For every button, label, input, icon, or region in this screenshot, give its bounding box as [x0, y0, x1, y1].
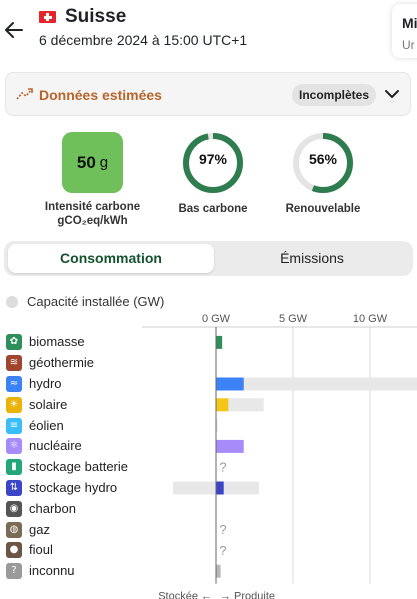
x-tick-label-1: 5 GW — [279, 313, 308, 325]
stored-legend-label: Stockée ← — [158, 591, 212, 599]
zone-header: Suisse 6 décembre 2024 à 15:00 UTC+1 Mi … — [0, 0, 417, 64]
source-label-1: géothermie — [29, 355, 95, 371]
source-label-4: éolien — [29, 417, 64, 433]
zone-datetime: 6 décembre 2024 à 15:00 UTC+1 — [39, 32, 248, 48]
capacity-bar-2 — [216, 377, 417, 391]
tab-consumption[interactable]: Consommation — [8, 244, 214, 273]
gas-icon: ◍ — [6, 521, 22, 538]
renewable-value: 56% — [308, 151, 338, 167]
chevron-down-icon[interactable] — [384, 87, 400, 101]
source-label-10: fioul — [29, 542, 53, 558]
estimated-data-banner[interactable]: Données estimées Incomplètes — [5, 72, 411, 116]
carbon-intensity-label-line1: Intensité carbone — [44, 201, 141, 213]
production-bar-2 — [216, 377, 244, 391]
oil-drop-icon: ● — [6, 542, 22, 559]
coal-icon: ◉ — [6, 500, 22, 517]
back-arrow-icon[interactable] — [4, 20, 24, 40]
carbon-intensity-box[interactable]: 50 g — [62, 132, 123, 193]
production-bar-5 — [216, 439, 244, 453]
unknown-value-mark-6: ? — [219, 460, 226, 475]
renewable-label: Renouvelable — [285, 203, 361, 215]
next-zone-subtitle: Ur — [402, 38, 415, 52]
wind-icon: ≡ — [6, 417, 22, 434]
battery-icon: ▮ — [6, 459, 22, 476]
produced-legend-label: → Produite — [220, 591, 275, 599]
next-zone-title: Mi — [402, 15, 417, 31]
estimated-data-label: Données estimées — [39, 87, 162, 103]
unknown-value-mark-9: ? — [219, 522, 226, 537]
carbon-intensity-label: Intensité carbone gCO₂eq/kWh — [30, 201, 155, 227]
carbon-intensity-unit: g — [99, 154, 109, 171]
production-bar-11 — [216, 564, 221, 578]
incomplete-badge: Incomplètes — [292, 84, 377, 106]
source-label-5: nucléaire — [29, 438, 82, 454]
leaf-icon: ✿ — [6, 334, 22, 351]
production-bar-7 — [216, 481, 224, 495]
source-label-9: gaz — [29, 521, 50, 537]
next-zone-card[interactable]: Mi Ur — [392, 4, 417, 58]
source-label-2: hydro — [29, 376, 62, 391]
tab-emissions[interactable]: Émissions — [214, 244, 410, 273]
production-breakdown-chart: 0 GW 5 GW 10 GW??? Stockée ← → Produite ✿ bio… — [0, 310, 417, 599]
x-tick-label-2: 10 GW — [353, 313, 388, 325]
production-bar-3 — [216, 398, 229, 412]
source-label-0: biomasse — [29, 334, 85, 350]
mode-tabs: Consommation Émissions — [4, 241, 413, 276]
capacity-toggle[interactable] — [6, 296, 18, 308]
capacity-toggle-label: Capacité installée (GW) — [27, 294, 165, 309]
carbon-intensity-unit-label: gCO₂eq/kWh — [57, 215, 128, 227]
sun-icon: ☀ — [6, 396, 22, 413]
source-label-7: stockage hydro — [29, 480, 118, 495]
source-label-6: stockage batterie — [29, 459, 129, 475]
source-label-11: inconnu — [29, 563, 75, 579]
production-bars-svg: 0 GW 5 GW 10 GW??? Stockée ← → Produite — [142, 313, 417, 599]
carbon-intensity-value: 50 — [76, 152, 96, 172]
low-carbon-label: Bas carbone — [178, 203, 248, 215]
swiss-flag-icon — [39, 11, 56, 23]
source-label-8: charbon — [29, 500, 76, 516]
question-icon: ? — [6, 563, 22, 580]
atom-icon: ⚛ — [6, 438, 22, 455]
waves-icon: ≈ — [6, 376, 22, 392]
unknown-value-mark-10: ? — [219, 543, 226, 558]
heat-icon: ≋ — [6, 355, 22, 372]
low-carbon-value: 97% — [198, 151, 228, 167]
pumped-storage-icon: ⇅ — [6, 480, 22, 496]
production-bar-0 — [216, 335, 223, 349]
x-tick-label-0: 0 GW — [202, 313, 231, 325]
source-label-3: solaire — [29, 396, 68, 412]
zone-name: Suisse — [65, 6, 127, 27]
trend-estimate-icon — [16, 88, 33, 100]
